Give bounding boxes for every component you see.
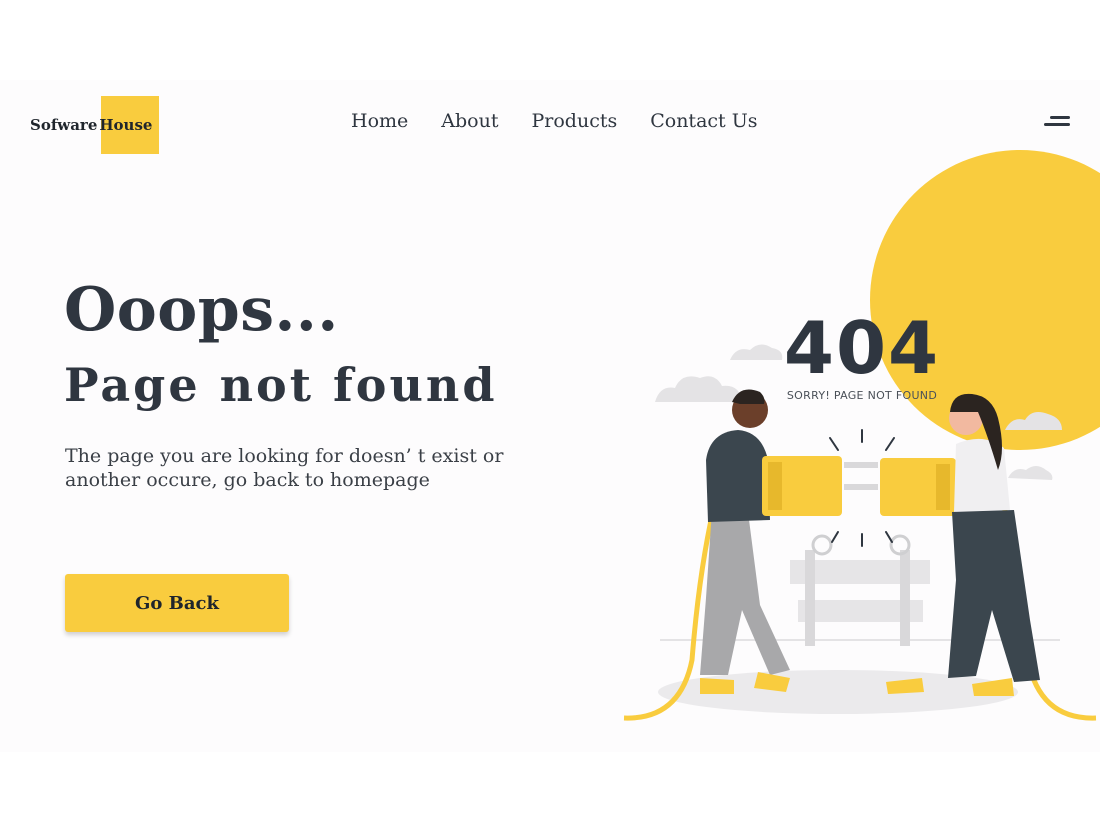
logo-highlight-box: House	[99, 96, 160, 154]
nav-link-contact[interactable]: Contact Us	[650, 110, 757, 132]
menu-bar-top	[1050, 116, 1070, 119]
main-nav: Home About Products Contact Us	[351, 110, 757, 132]
go-back-button[interactable]: Go Back	[65, 574, 289, 632]
logo-text: Sofware	[30, 116, 98, 134]
nav-link-about[interactable]: About	[441, 110, 498, 132]
page-heading: Ooops...	[64, 275, 339, 345]
hamburger-menu-icon[interactable]	[1044, 116, 1070, 128]
page-frame: Sofware House Home About Products Contac…	[0, 80, 1100, 752]
nav-link-products[interactable]: Products	[531, 110, 617, 132]
page-subheading: Page not found	[64, 358, 498, 412]
page-description: The page you are looking for doesn’ t ex…	[65, 445, 504, 491]
logo-highlight-text: House	[99, 116, 153, 134]
menu-bar-bottom	[1044, 123, 1070, 126]
nav-link-home[interactable]: Home	[351, 110, 408, 132]
site-logo[interactable]: Sofware House	[30, 96, 160, 154]
plug-shapes	[762, 456, 956, 516]
man-figure	[700, 389, 790, 694]
404-illustration	[623, 150, 1100, 721]
error-caption-text: SORRY! PAGE NOT FOUND	[786, 389, 938, 402]
error-code-text: 404	[783, 306, 941, 390]
barrier-shape	[790, 534, 930, 646]
